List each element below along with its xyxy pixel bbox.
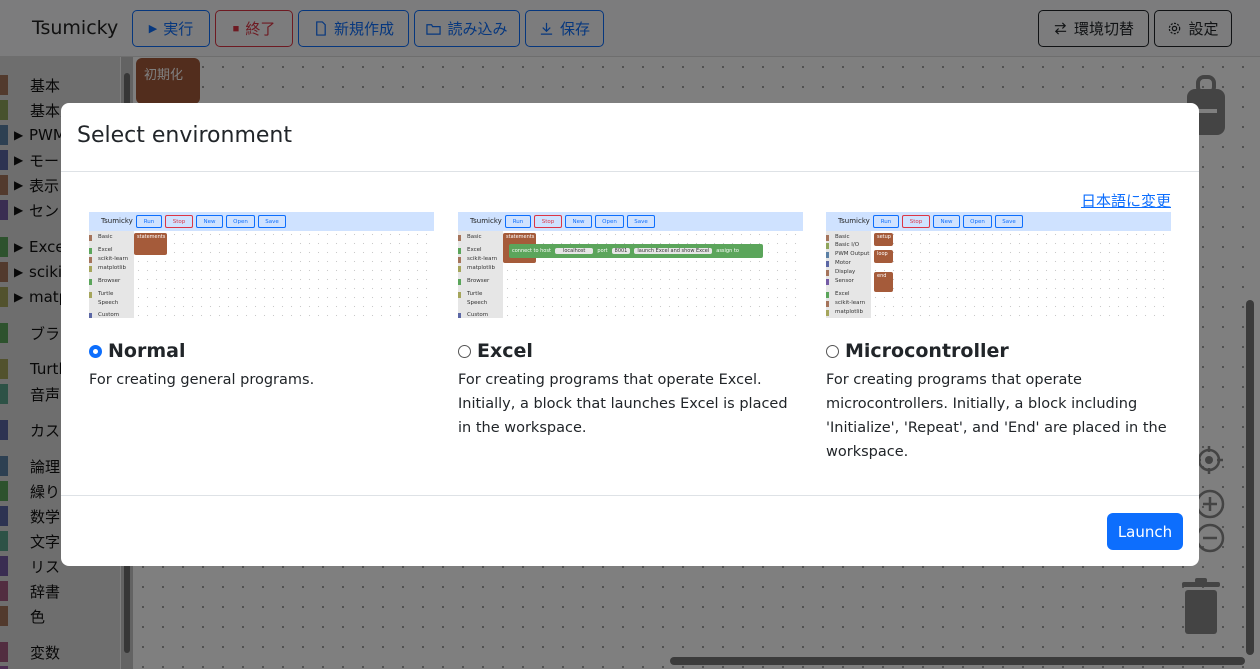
radio-normal[interactable]: Normal xyxy=(89,340,185,362)
radio-button-microcontroller[interactable] xyxy=(826,344,839,358)
environment-option-normal[interactable]: Tsumicky Run Stop New Open Save Basic Ex… xyxy=(89,212,434,318)
radio-microcontroller[interactable]: Microcontroller xyxy=(826,340,1009,362)
env-name-normal[interactable]: Normal xyxy=(108,340,185,362)
environment-option-microcontroller[interactable]: Tsumicky Run Stop New Open Save Basic Ba… xyxy=(826,212,1171,318)
radio-button-normal[interactable] xyxy=(89,344,102,358)
preview-image-excel: Tsumicky Run Stop New Open Save Basic Ex… xyxy=(458,212,803,318)
env-name-excel[interactable]: Excel xyxy=(477,340,533,362)
env-description-excel: For creating programs that operate Excel… xyxy=(458,372,788,436)
select-environment-dialog: Select environment 日本語に変更 Tsumicky Run S… xyxy=(61,103,1199,566)
dialog-header: Select environment xyxy=(61,103,1199,172)
env-description-microcontroller: For creating programs that operate micro… xyxy=(826,372,1167,460)
dialog-title: Select environment xyxy=(77,123,292,148)
preview-image-microcontroller: Tsumicky Run Stop New Open Save Basic Ba… xyxy=(826,212,1171,318)
environment-option-excel[interactable]: Tsumicky Run Stop New Open Save Basic Ex… xyxy=(458,212,803,318)
radio-excel[interactable]: Excel xyxy=(458,340,533,362)
launch-button[interactable]: Launch xyxy=(1107,513,1183,550)
preview-image-normal: Tsumicky Run Stop New Open Save Basic Ex… xyxy=(89,212,434,318)
dialog-footer: Launch xyxy=(61,495,1199,566)
env-description-normal: For creating general programs. xyxy=(89,372,315,388)
radio-button-excel[interactable] xyxy=(458,344,471,358)
change-language-link[interactable]: 日本語に変更 xyxy=(1081,190,1171,211)
env-name-microcontroller[interactable]: Microcontroller xyxy=(845,340,1009,362)
